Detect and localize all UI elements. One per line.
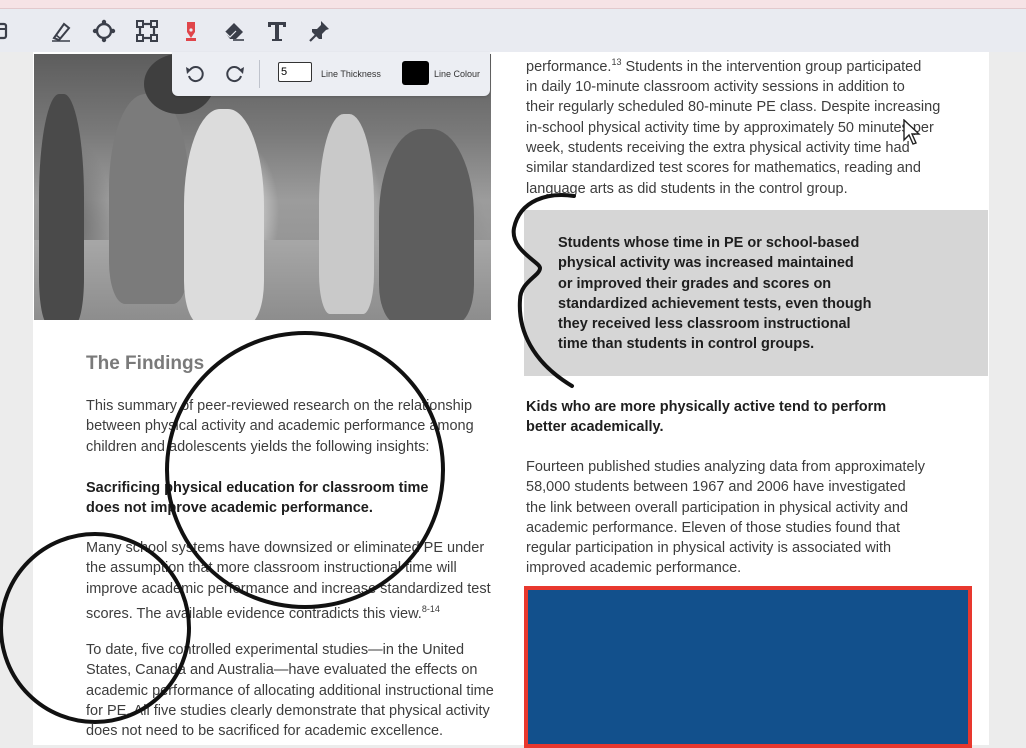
window-top-strip xyxy=(0,0,1026,9)
highlighter-icon[interactable] xyxy=(48,18,74,44)
summary-paragraph: This summary of peer-reviewed research o… xyxy=(86,398,474,455)
toolbar-separator xyxy=(259,60,260,88)
findings-heading: The Findings xyxy=(86,353,205,374)
line-colour-swatch[interactable] xyxy=(402,61,429,85)
line-colour-label: Line Colour xyxy=(434,69,481,79)
redo-button[interactable] xyxy=(224,62,246,84)
mouse-cursor-icon xyxy=(903,119,921,145)
line-thickness-input[interactable] xyxy=(278,62,312,82)
line-thickness-label: Line Thickness xyxy=(321,69,381,79)
select-box-icon[interactable] xyxy=(134,18,160,44)
quote-callout: Students whose time in PE or school-base… xyxy=(524,210,988,376)
text-icon[interactable] xyxy=(264,18,290,44)
viewer-left-margin xyxy=(0,52,33,745)
viewer-right-margin xyxy=(989,52,1026,745)
eraser-icon[interactable] xyxy=(221,18,247,44)
sacrificing-heading: Sacrificing physical education for class… xyxy=(86,480,429,517)
pin-icon[interactable] xyxy=(307,18,333,44)
selected-blue-box[interactable] xyxy=(524,586,972,748)
to-date-paragraph: To date, five controlled experimental st… xyxy=(86,642,494,740)
undo-button[interactable] xyxy=(184,62,206,84)
annotation-toolbar xyxy=(0,9,1026,53)
fourteen-studies-paragraph: Fourteen published studies analyzing dat… xyxy=(526,459,925,577)
lasso-icon[interactable] xyxy=(91,18,117,44)
pen-options-bar: Line Thickness Line Colour xyxy=(172,52,490,96)
intro-paragraph: performance.13 Students in the intervent… xyxy=(526,57,941,197)
many-schools-paragraph: Many school systems have downsized or el… xyxy=(86,540,491,622)
kids-heading: Kids who are more physically active tend… xyxy=(526,399,887,436)
pen-icon[interactable] xyxy=(178,18,204,44)
panel-icon[interactable] xyxy=(0,18,12,44)
